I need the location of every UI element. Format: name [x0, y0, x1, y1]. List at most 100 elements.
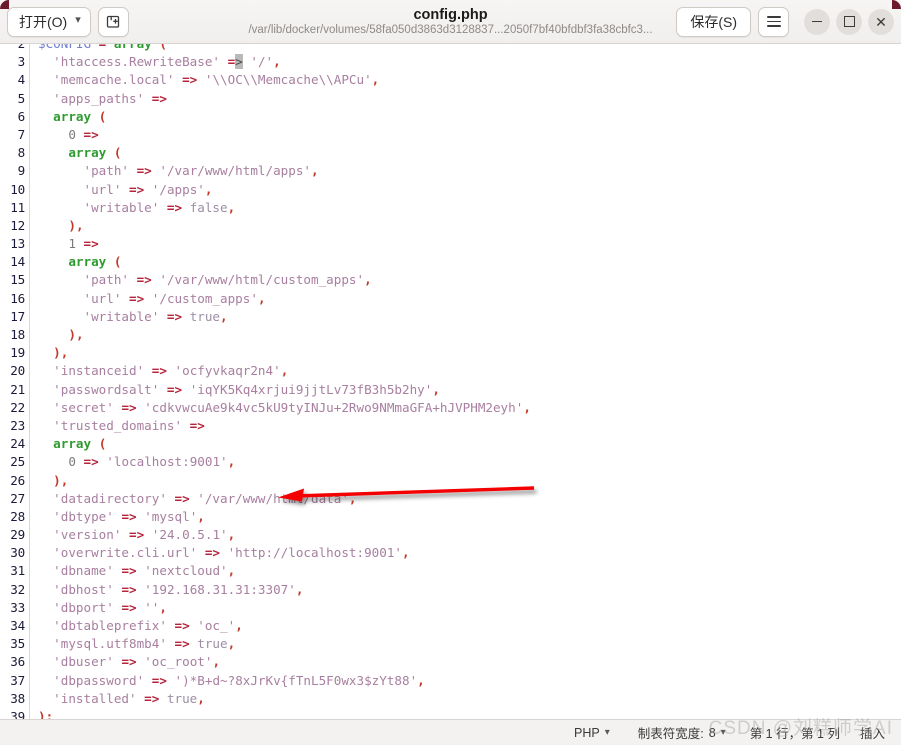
line-number: 25: [10, 454, 25, 470]
save-button[interactable]: 保存(S): [676, 6, 751, 37]
line-number: 18: [10, 327, 25, 342]
code-line[interactable]: ),: [38, 217, 901, 235]
minimize-icon: [812, 20, 822, 23]
window-controls: ✕: [804, 8, 894, 35]
code-line[interactable]: 'url' => '/apps',: [38, 181, 901, 199]
line-number: 35: [10, 636, 25, 652]
code-line[interactable]: array (: [38, 253, 901, 271]
code-line[interactable]: $CONFIG = array (: [38, 44, 901, 53]
code-line[interactable]: 'memcache.local' => '\\OC\\Memcache\\APC…: [38, 71, 901, 89]
close-button[interactable]: ✕: [868, 8, 894, 35]
minimize-button[interactable]: [804, 8, 830, 35]
new-tab-button[interactable]: [97, 6, 129, 37]
code-line[interactable]: 'apps_paths' =>: [38, 90, 901, 108]
line-number: 31: [10, 563, 25, 579]
line-number: 27: [10, 490, 25, 506]
maximize-icon: [843, 16, 855, 27]
code-editor[interactable]: 2345678910111213141516171819202122232425…: [0, 44, 901, 719]
code-line[interactable]: ),: [38, 326, 901, 344]
code-line[interactable]: array (: [38, 144, 901, 162]
line-number: 24: [10, 436, 25, 452]
code-line[interactable]: 'htaccess.RewriteBase' => '/',: [38, 53, 901, 71]
line-number: 7: [17, 126, 26, 142]
chevron-down-icon[interactable]: ▾: [605, 727, 610, 738]
maximize-button[interactable]: [836, 8, 862, 35]
code-line[interactable]: 'dbpassword' => ')*B+d~?8xJrKv{fTnL5F0wx…: [38, 672, 901, 690]
code-line[interactable]: 'url' => '/custom_apps',: [38, 290, 901, 308]
chevron-down-icon[interactable]: ▾: [721, 727, 726, 738]
line-number: 21: [10, 381, 25, 397]
line-number: 3: [17, 54, 26, 70]
code-line[interactable]: 'version' => '24.0.5.1',: [38, 526, 901, 544]
code-line[interactable]: 1 =>: [38, 235, 901, 253]
code-line[interactable]: 'writable' => false,: [38, 199, 901, 217]
line-number: 29: [10, 527, 25, 543]
line-number-gutter: 2345678910111213141516171819202122232425…: [0, 44, 30, 719]
line-number: 15: [10, 272, 25, 288]
code-line[interactable]: 'dbport' => '',: [38, 599, 901, 617]
line-number: 5: [17, 90, 26, 106]
main-menu-button[interactable]: [758, 6, 789, 37]
titlebar-right-group: 保存(S) ✕: [676, 6, 894, 37]
code-line[interactable]: 'path' => '/var/www/html/custom_apps',: [38, 271, 901, 289]
code-line[interactable]: 'dbtype' => 'mysql',: [38, 508, 901, 526]
line-number: 2: [0, 44, 26, 53]
code-line[interactable]: 'dbhost' => '192.168.31.31:3307',: [38, 581, 901, 599]
code-line[interactable]: 'writable' => true,: [38, 308, 901, 326]
line-number: 13: [10, 236, 25, 252]
line-number: 11: [10, 199, 25, 215]
code-line[interactable]: ),: [38, 472, 901, 490]
cursor-position: 第 1 行，第 1 列: [749, 727, 840, 741]
line-number: 16: [10, 290, 25, 306]
code-line[interactable]: 'trusted_domains' =>: [38, 417, 901, 435]
code-line[interactable]: 0 => 'localhost:9001',: [38, 453, 901, 471]
language-label: PHP: [573, 725, 600, 740]
line-number: 33: [10, 599, 25, 615]
line-number: 17: [10, 308, 25, 324]
code-line[interactable]: 'dbname' => 'nextcloud',: [38, 562, 901, 580]
code-line[interactable]: ),: [38, 344, 901, 362]
open-button-label: 打开(O): [19, 13, 68, 30]
line-number: 32: [10, 581, 25, 597]
open-file-button[interactable]: 打开(O) ▾: [7, 6, 91, 37]
code-line[interactable]: 'secret' => 'cdkvwcuAe9k4vc5kU9tyINJu+2R…: [38, 399, 901, 417]
code-line[interactable]: 'datadirectory' => '/var/www/html/data',: [38, 490, 901, 508]
new-tab-icon: [106, 14, 121, 29]
text-editor-window: 打开(O) ▾ config.php /var/lib/docker/volum…: [0, 0, 901, 746]
language-selector[interactable]: PHP ▾: [560, 726, 624, 740]
code-line[interactable]: 0 =>: [38, 126, 901, 144]
save-button-label: 保存(S): [690, 13, 737, 30]
line-number: 8: [17, 145, 26, 161]
code-text-area[interactable]: $CONFIG = array ( 'htaccess.RewriteBase'…: [30, 44, 901, 719]
tab-width-selector[interactable]: 制表符宽度: 8 ▾: [624, 723, 740, 742]
code-line[interactable]: );: [38, 708, 901, 719]
line-number: 9: [17, 163, 26, 179]
title-bar: 打开(O) ▾ config.php /var/lib/docker/volum…: [0, 0, 901, 44]
code-line[interactable]: 'mysql.utf8mb4' => true,: [38, 635, 901, 653]
code-line[interactable]: 'dbuser' => 'oc_root',: [38, 653, 901, 671]
line-number: 4: [17, 72, 26, 88]
code-line[interactable]: 'path' => '/var/www/html/apps',: [38, 162, 901, 180]
page-title: config.php: [413, 7, 488, 23]
code-line[interactable]: 'instanceid' => 'ocfyvkaqr2n4',: [38, 362, 901, 380]
code-line[interactable]: 'dbtableprefix' => 'oc_',: [38, 617, 901, 635]
line-number: 38: [10, 690, 25, 706]
line-number: 30: [10, 545, 25, 561]
line-number: 10: [10, 181, 25, 197]
line-number: 19: [10, 345, 25, 361]
tab-width-value: 8: [708, 725, 716, 740]
line-number: 34: [10, 618, 25, 633]
hamburger-menu-icon: [766, 16, 781, 27]
insert-mode-indicator: 插入: [859, 727, 885, 741]
code-line[interactable]: 'passwordsalt' => 'iqYK5Kq4xrjui9jjtLv73…: [38, 381, 901, 399]
chevron-down-icon[interactable]: ▾: [75, 15, 81, 26]
code-line[interactable]: array (: [38, 435, 901, 453]
code-line[interactable]: 'installed' => true,: [38, 690, 901, 708]
line-number: 26: [10, 472, 25, 488]
line-number: 28: [10, 508, 25, 524]
code-line[interactable]: array (: [38, 108, 901, 126]
file-path-subtitle: /var/lib/docker/volumes/58fa050d3863d312…: [248, 24, 653, 36]
tab-width-label: 制表符宽度:: [637, 727, 704, 741]
line-number: 12: [10, 217, 25, 233]
code-line[interactable]: 'overwrite.cli.url' => 'http://localhost…: [38, 544, 901, 562]
